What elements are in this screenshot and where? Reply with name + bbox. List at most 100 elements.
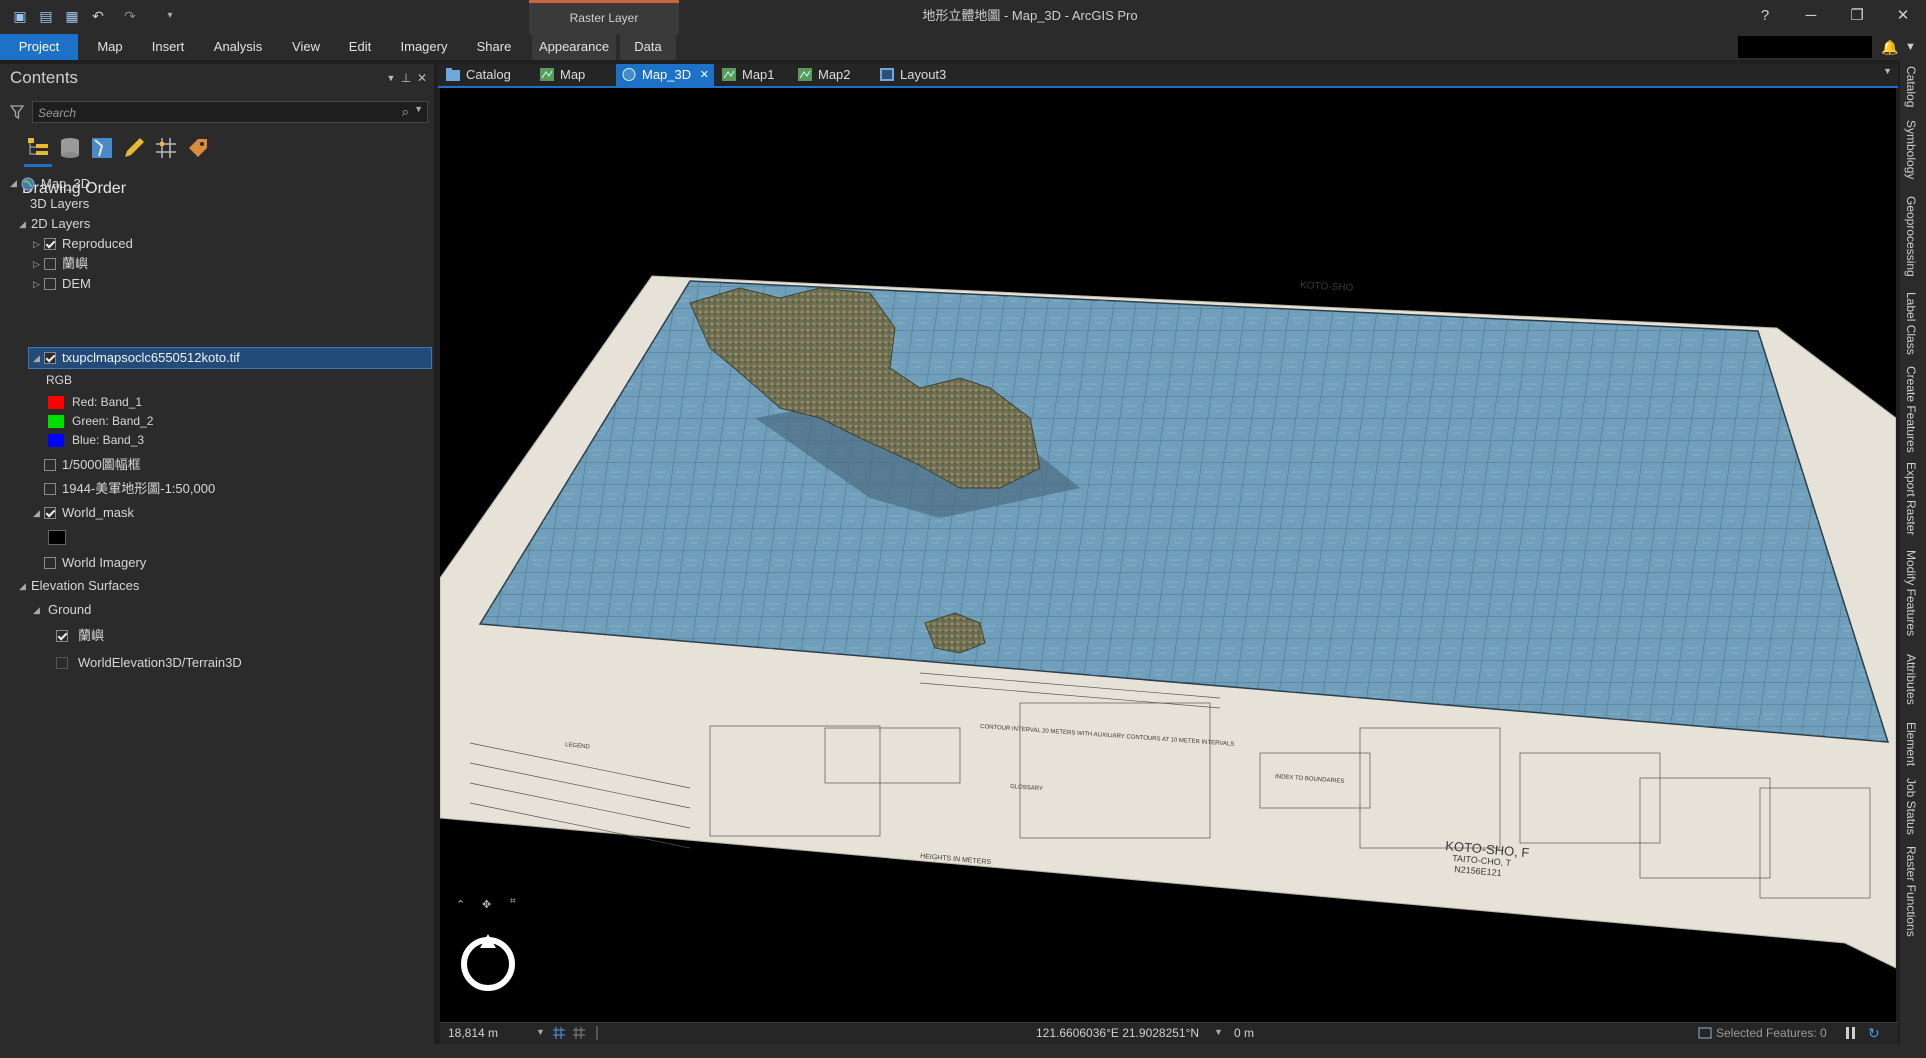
tab-project[interactable]: Project <box>0 34 78 60</box>
pane-options-icon[interactable]: ▼ <box>384 71 398 85</box>
customize-quick-access-icon[interactable]: ▾ <box>160 7 180 25</box>
open-folder-icon[interactable]: ▤ <box>36 7 56 25</box>
dock-tab-export-raster[interactable]: Export Raster <box>1904 462 1918 535</box>
map-name[interactable]: Map_3D <box>41 174 90 194</box>
search-icon[interactable]: ⌕ <box>402 104 409 120</box>
list-by-drawing-order-icon[interactable] <box>26 136 50 160</box>
tab-map-3d[interactable]: Map_3D ✕ <box>616 64 714 86</box>
layer-visibility-checkbox[interactable] <box>44 352 56 364</box>
user-signin-area[interactable] <box>1738 36 1872 58</box>
undo-icon[interactable]: ↶ <box>88 7 108 25</box>
layer-raster-koto[interactable]: txupclmapsoclc6550512koto.tif <box>62 348 240 368</box>
dock-tab-job-status[interactable]: Job Status <box>1904 778 1918 835</box>
2d-layers-group[interactable]: 2D Layers <box>31 214 90 234</box>
blue-band-swatch[interactable] <box>48 434 64 447</box>
full-extent-icon[interactable]: ✥ <box>482 898 496 912</box>
restore-button[interactable]: ❐ <box>1834 0 1880 34</box>
tab-analysis[interactable]: Analysis <box>206 34 270 60</box>
layer-visibility-checkbox[interactable] <box>44 483 56 495</box>
list-by-data-source-icon[interactable] <box>58 136 82 160</box>
layer-reproduced[interactable]: Reproduced <box>62 234 133 254</box>
elevation-source-checkbox[interactable] <box>56 657 68 669</box>
dock-tab-attributes[interactable]: Attributes <box>1904 654 1918 705</box>
collapse-navigator-icon[interactable]: ⌃ <box>456 898 470 912</box>
tab-layout3[interactable]: Layout3 <box>880 64 946 86</box>
collapse-arrow-icon[interactable]: ◢ <box>33 348 40 368</box>
scene-canvas[interactable]: KOTO-SHO KOTO-SHO, F TAITO-CHO, T N2156E… <box>440 88 1896 1022</box>
tab-map-view[interactable]: Map <box>540 64 585 86</box>
tab-share[interactable]: Share <box>468 34 520 60</box>
expand-arrow-icon[interactable]: ▷ <box>33 254 40 274</box>
map-scale[interactable]: 18,814 m <box>448 1026 498 1040</box>
layer-visibility-checkbox[interactable] <box>44 238 56 250</box>
project-icon[interactable]: ▣ <box>10 7 30 25</box>
dock-tab-raster-functions[interactable]: Raster Functions <box>1904 846 1918 937</box>
save-icon[interactable]: ▦ <box>62 7 82 25</box>
navigator-compass-icon[interactable] <box>458 932 518 992</box>
search-options-icon[interactable]: ▼ <box>414 104 423 114</box>
list-by-editing-icon[interactable] <box>122 136 146 160</box>
collapse-arrow-icon[interactable]: ◢ <box>10 173 17 193</box>
pin-icon[interactable]: ⊥ <box>399 71 413 85</box>
tab-edit[interactable]: Edit <box>340 34 380 60</box>
tab-map1[interactable]: Map1 <box>722 64 775 86</box>
dock-tab-modify-features[interactable]: Modify Features <box>1904 550 1918 636</box>
selected-features-count[interactable]: Selected Features: 0 <box>1716 1026 1827 1040</box>
layer-world-imagery[interactable]: World Imagery <box>62 553 146 573</box>
layer-dem[interactable]: DEM <box>62 274 91 294</box>
pause-drawing-icon[interactable] <box>1844 1026 1858 1040</box>
tab-map2[interactable]: Map2 <box>798 64 851 86</box>
ground-surface[interactable]: Ground <box>48 600 91 620</box>
refresh-icon[interactable]: ↻ <box>1868 1025 1880 1042</box>
coordinate-format-dropdown-icon[interactable]: ▼ <box>1214 1027 1223 1037</box>
filter-icon[interactable] <box>9 105 25 121</box>
map-3d-view[interactable]: KOTO-SHO KOTO-SHO, F TAITO-CHO, T N2156E… <box>440 88 1896 1022</box>
tab-view[interactable]: View <box>284 34 328 60</box>
grid-toggle-icon[interactable] <box>552 1026 566 1040</box>
notifications-icon[interactable]: 🔔 <box>1880 38 1900 56</box>
tabs-overflow-icon[interactable]: ▼ <box>1883 66 1892 76</box>
layer-visibility-checkbox[interactable] <box>44 557 56 569</box>
collapse-arrow-icon[interactable]: ◢ <box>33 600 40 620</box>
dock-tab-create-features[interactable]: Create Features <box>1904 366 1918 453</box>
list-by-selection-icon[interactable] <box>90 136 114 160</box>
dock-tab-element[interactable]: Element <box>1904 722 1918 766</box>
search-input[interactable] <box>36 103 390 123</box>
tab-data[interactable]: Data <box>620 34 676 60</box>
close-pane-icon[interactable]: ✕ <box>415 71 429 85</box>
layer-visibility-checkbox[interactable] <box>44 258 56 270</box>
dock-tab-geoprocessing[interactable]: Geoprocessing <box>1904 196 1918 277</box>
dock-tab-symbology[interactable]: Symbology <box>1904 120 1918 179</box>
navigator-options-icon[interactable]: ⌗ <box>510 896 524 910</box>
redo-icon[interactable]: ↷ <box>120 7 140 25</box>
elevation-source-lanyu[interactable]: 蘭嶼 <box>78 626 104 646</box>
collapse-arrow-icon[interactable]: ◢ <box>19 214 26 234</box>
minimize-button[interactable]: ─ <box>1788 0 1834 34</box>
tab-imagery[interactable]: Imagery <box>392 34 456 60</box>
collapse-arrow-icon[interactable]: ◢ <box>33 503 40 523</box>
layer-world-mask[interactable]: World_mask <box>62 503 134 523</box>
3d-layers-group[interactable]: 3D Layers <box>30 194 89 214</box>
expand-arrow-icon[interactable]: ▷ <box>33 274 40 294</box>
elevation-source-terrain3d[interactable]: WorldElevation3D/Terrain3D <box>78 653 242 673</box>
elevation-source-checkbox[interactable] <box>56 630 68 642</box>
tab-insert[interactable]: Insert <box>144 34 192 60</box>
layer-visibility-checkbox[interactable] <box>44 459 56 471</box>
elevation-surfaces-group[interactable]: Elevation Surfaces <box>31 576 139 596</box>
list-by-snapping-icon[interactable] <box>154 136 178 160</box>
layer-1944-us-army-map[interactable]: 1944-美軍地形圖-1:50,000 <box>62 479 215 499</box>
layer-visibility-checkbox[interactable] <box>44 278 56 290</box>
collapse-arrow-icon[interactable]: ◢ <box>19 576 26 596</box>
scale-dropdown-icon[interactable]: ▼ <box>536 1027 545 1037</box>
list-by-labeling-icon[interactable] <box>186 136 210 160</box>
green-band-swatch[interactable] <box>48 415 64 428</box>
close-button[interactable]: ✕ <box>1880 0 1926 34</box>
layer-frame-1-5000[interactable]: 1/5000圖幅框 <box>62 455 141 475</box>
dock-tab-label-class[interactable]: Label Class <box>1904 292 1918 355</box>
layer-visibility-checkbox[interactable] <box>44 507 56 519</box>
world-mask-symbol-swatch[interactable] <box>48 530 66 545</box>
tab-catalog[interactable]: Catalog <box>446 64 511 86</box>
close-tab-icon[interactable]: ✕ <box>700 64 709 86</box>
help-button[interactable]: ? <box>1742 0 1788 34</box>
layer-lanyu[interactable]: 蘭嶼 <box>62 254 88 274</box>
